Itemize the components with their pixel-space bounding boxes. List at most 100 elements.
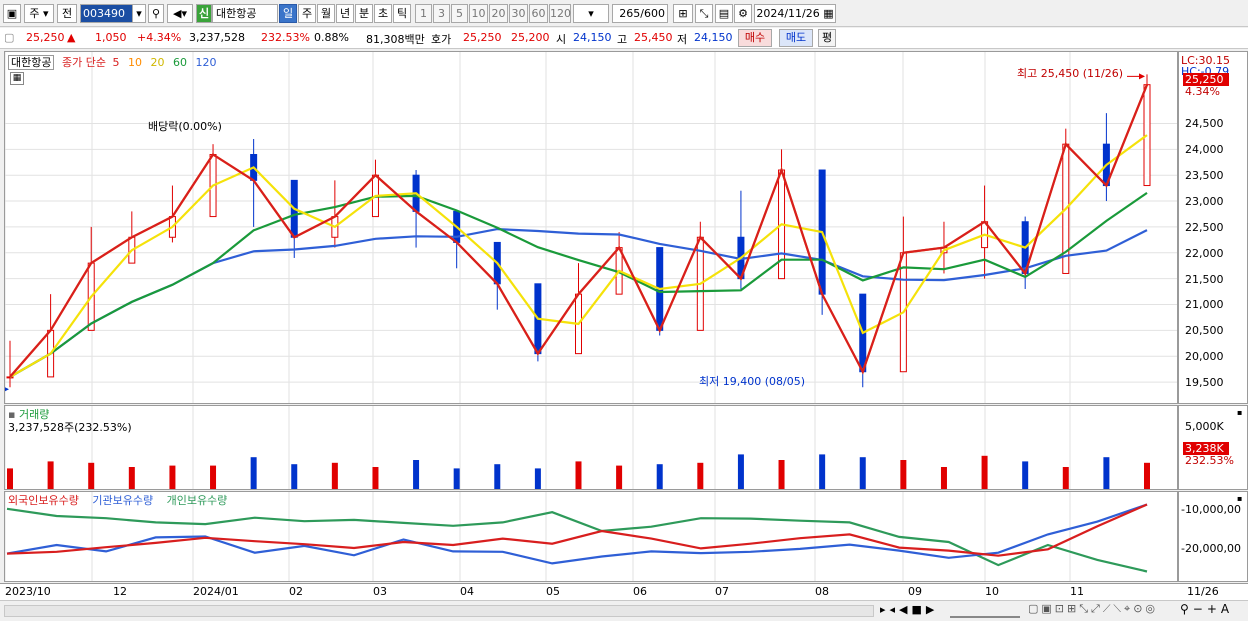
avg-button[interactable]: 평 (818, 29, 836, 47)
interval-button-20[interactable]: 20 (489, 4, 508, 23)
x-axis-label: 07 (715, 585, 729, 598)
period-tab-1[interactable]: 주 (298, 4, 316, 23)
mode-button[interactable]: 전 (57, 4, 77, 23)
x-axis: 2023/10 12 2024/01 02 03 04 05 06 07 08 09 10 11 11/2… (0, 583, 1248, 600)
price-tick-label: 24,500 (1185, 117, 1224, 131)
x-axis-label: 2023/10 (5, 585, 51, 598)
buy-button[interactable]: 매수 (738, 29, 772, 47)
compare-icon[interactable]: ⊞ (673, 4, 693, 23)
max-arrow-head (1139, 73, 1145, 80)
interval-button-1[interactable]: 1 (415, 4, 432, 23)
volume-bar-3 (128, 467, 135, 489)
zoom-buttons[interactable]: ⚲−+A (1180, 602, 1233, 616)
high-label: 고 (617, 33, 628, 46)
interval-button-5[interactable]: 5 (451, 4, 468, 23)
x-axis-label: 08 (815, 585, 829, 598)
interval-button-3[interactable]: 3 (433, 4, 450, 23)
open-label: 시 (556, 33, 567, 46)
data-count: 265 (619, 7, 641, 20)
ask-price: 25,250 (463, 31, 502, 44)
interval-button-60[interactable]: 60 (529, 4, 548, 23)
horizontal-scrollbar[interactable] (4, 605, 874, 617)
volume-svg (4, 406, 1150, 489)
price-tick-label: 21,000 (1185, 298, 1224, 312)
period-tab-5[interactable]: 초 (374, 4, 392, 23)
price-change: 1,050 (95, 31, 127, 44)
volume-bar-25 (1022, 461, 1029, 489)
data-count-field[interactable]: 265/600 (612, 4, 668, 23)
volume-panel[interactable]: ▪ 거래량 3,237,528주(232.53%) (4, 405, 1178, 490)
save-icon[interactable]: ▤ (715, 4, 733, 23)
volume-bar-5 (210, 465, 217, 489)
holding-close-icon[interactable]: ▪ (1237, 494, 1242, 503)
price-chart-panel[interactable]: 대한항공 종가 단순 5 10 20 60 120 ▦ 배당락(0.00%) 최… (0, 51, 1178, 404)
x-axis-label: 10 (985, 585, 999, 598)
x-axis-label: 04 (460, 585, 474, 598)
tool-icon[interactable]: ⤡ (695, 4, 713, 23)
price-tick-label: 24,000 (1185, 143, 1224, 157)
sound-icon[interactable]: ◀▾ (167, 4, 193, 23)
current-price: 25,250 (26, 31, 65, 44)
period-type-label: 주 (29, 7, 40, 20)
zoom-slider[interactable] (950, 603, 1020, 618)
data-count-total: /600 (640, 7, 665, 20)
volume-axis: ▪ 5,000K 3,238K 232.53% (1178, 405, 1248, 490)
credit-badge: 신 (196, 4, 212, 23)
x-axis-label: 09 (908, 585, 922, 598)
date-value: 2024/11/26 (756, 7, 820, 20)
legend-ma-label: 종가 단순 (61, 56, 106, 69)
scroll-nav-buttons[interactable]: ▸◂◀■▶ (880, 603, 938, 616)
volume-bar-27 (1103, 457, 1110, 489)
volume-bar-11 (453, 468, 460, 489)
price-tick-label: 20,500 (1185, 324, 1224, 338)
period-tab-0[interactable]: 일 (279, 4, 297, 23)
price-legend: 대한항공 종가 단순 5 10 20 60 120 (8, 54, 216, 70)
volume-bar-15 (616, 465, 623, 489)
period-tab-4[interactable]: 분 (355, 4, 373, 23)
volume-bar-17 (697, 462, 704, 489)
legend-inst: 기관보유수량 (92, 494, 154, 507)
x-axis-label: 06 (633, 585, 647, 598)
sell-button[interactable]: 매도 (779, 29, 813, 47)
x-axis-label: 11/26 (1187, 585, 1219, 598)
drawing-tools[interactable]: ▢▣⊡⊞⤡⤢⟋⟍⌖⊙◎ (1028, 602, 1158, 616)
search-icon[interactable]: ⚲ (148, 4, 164, 23)
window-menu-icon[interactable]: ▣ (3, 4, 21, 23)
holding-axis: ▪ -10,000,00 -20,000,00 (1178, 491, 1248, 582)
holding-panel[interactable]: 외국인보유수량 기관보유수량 개인보유수량 (4, 491, 1178, 582)
interval-button-10[interactable]: 10 (469, 4, 488, 23)
volume-bar-18 (737, 454, 744, 489)
candle-body-0 (6, 376, 14, 379)
current-rate-tag: 4.34% (1185, 85, 1220, 98)
holding-tick-2: -20,000,00 (1181, 542, 1241, 555)
period-tab-6[interactable]: 틱 (393, 4, 411, 23)
min-price-label: 최저 19,400 (08/05) (699, 375, 806, 388)
quote-row: ▢ 25,250 ▲ 1,050 +4.34% 3,237,528 232.53… (0, 28, 1248, 49)
price-tick-label: 21,500 (1185, 272, 1224, 286)
quote-menu-icon[interactable]: ▢ (4, 31, 14, 44)
code-dropdown-icon[interactable]: ▾ (132, 4, 146, 23)
calculator-icon[interactable]: ▦ (10, 72, 24, 85)
date-picker[interactable]: 2024/11/26 ▦ (754, 4, 836, 23)
volume-bar-2 (88, 462, 95, 489)
up-arrow-icon: ▲ (67, 31, 76, 44)
volume-bar-1 (47, 461, 54, 489)
volume-bar-13 (534, 468, 541, 489)
period-type-select[interactable]: 주 ▾ (24, 4, 54, 23)
period-tab-3[interactable]: 년 (336, 4, 354, 23)
volume-bar-6 (250, 457, 257, 489)
holding-tick-1: -10,000,00 (1181, 503, 1241, 516)
legend-ma60: 60 (172, 56, 187, 69)
interval-button-120[interactable]: 120 (549, 4, 571, 23)
x-axis-label: 02 (289, 585, 303, 598)
trade-amount: 81,308백만 (366, 33, 425, 46)
volume-close-icon[interactable]: ▪ (1237, 408, 1242, 417)
interval-dropdown[interactable]: ▾ (573, 4, 609, 23)
volume-bar-4 (169, 465, 176, 489)
settings-gear-icon[interactable]: ⚙ (734, 4, 752, 23)
period-tab-2[interactable]: 월 (317, 4, 335, 23)
price-chart-svg (0, 52, 1177, 403)
min-arrow-head (3, 386, 9, 393)
interval-button-30[interactable]: 30 (509, 4, 528, 23)
stock-name-field[interactable]: 대한항공 (212, 4, 278, 23)
